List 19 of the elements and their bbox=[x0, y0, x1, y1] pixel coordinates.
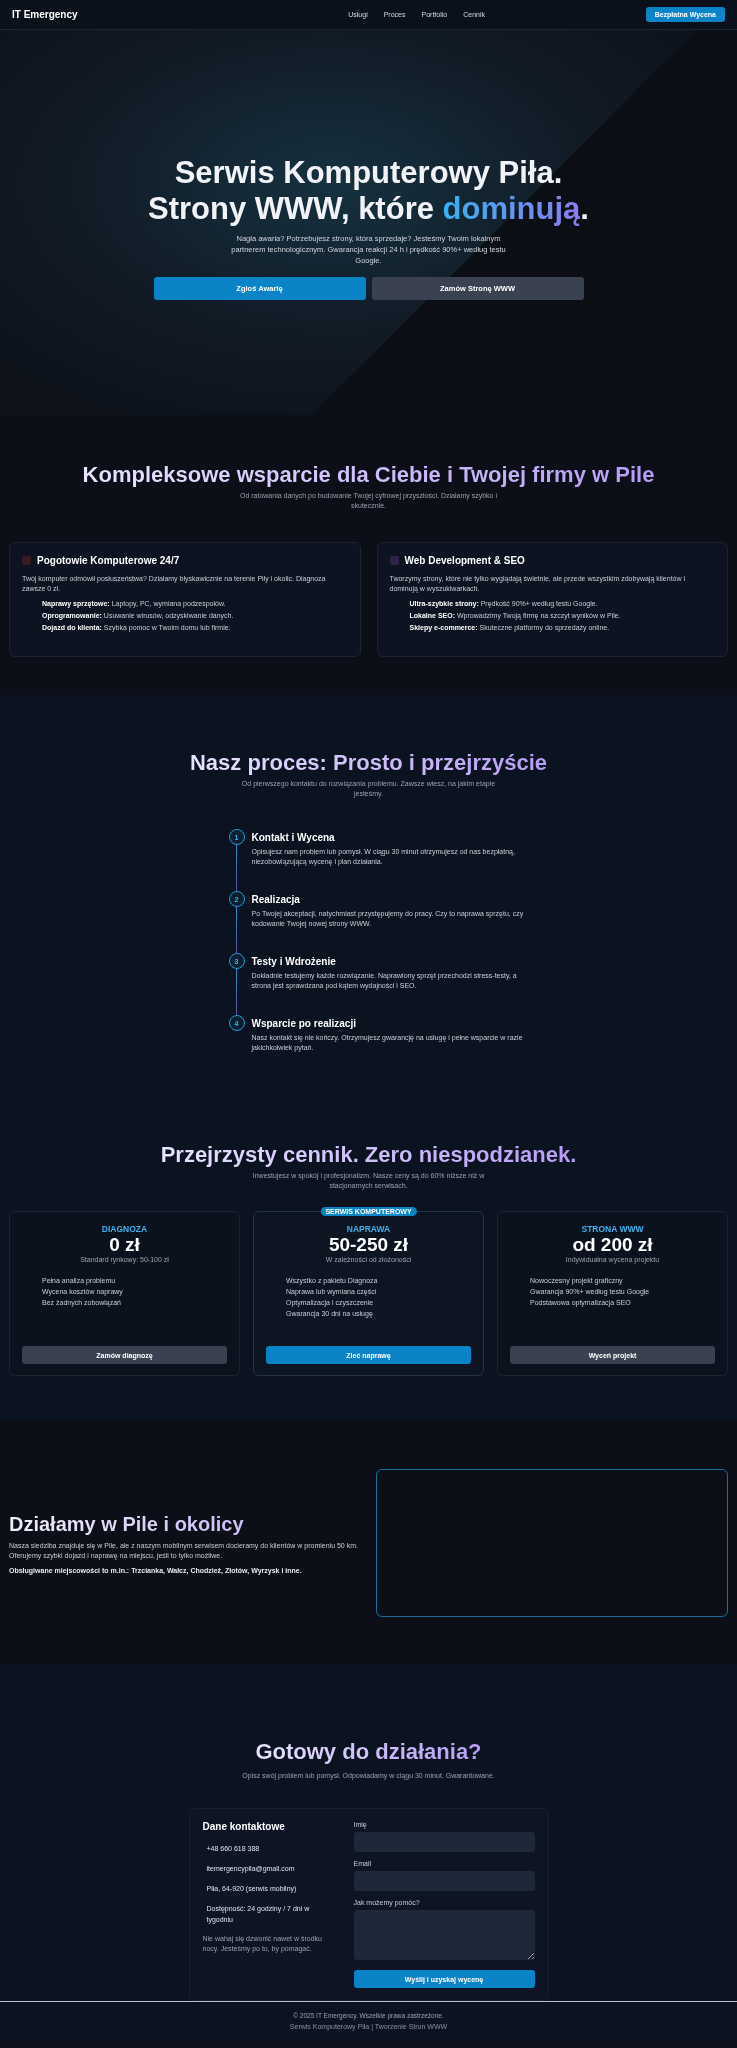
timeline-line bbox=[236, 907, 237, 953]
step-title: Realizacja bbox=[251, 894, 301, 905]
step-title: Kontakt i Wycena bbox=[251, 832, 336, 843]
logo[interactable]: IT Emergency bbox=[12, 9, 78, 20]
step-title: Wsparcie po realizacji bbox=[251, 1018, 357, 1029]
plan-name: DIAGNOZA bbox=[101, 1224, 148, 1234]
timeline-line bbox=[236, 845, 237, 891]
step-title: Testy i Wdrożenie bbox=[251, 956, 337, 967]
message-field[interactable] bbox=[353, 1910, 535, 1960]
card-title: Web Development & SEO bbox=[404, 555, 525, 566]
plan-price: 0 zł bbox=[109, 1234, 140, 1256]
contact-title: Dane kontaktowe bbox=[202, 1821, 286, 1832]
card-title: Pogotowie Komputerowe 24/7 bbox=[37, 555, 180, 566]
plan-price: 50-250 zł bbox=[328, 1234, 409, 1256]
timeline-line bbox=[236, 969, 237, 1015]
plan-price: od 200 zł bbox=[572, 1234, 653, 1256]
hero-title: Serwis Komputerowy Piła. Strony WWW, które dominują. bbox=[147, 155, 590, 227]
plan-name: NAPRAWA bbox=[346, 1224, 391, 1234]
plan-name: STRONA WWW bbox=[581, 1224, 644, 1234]
